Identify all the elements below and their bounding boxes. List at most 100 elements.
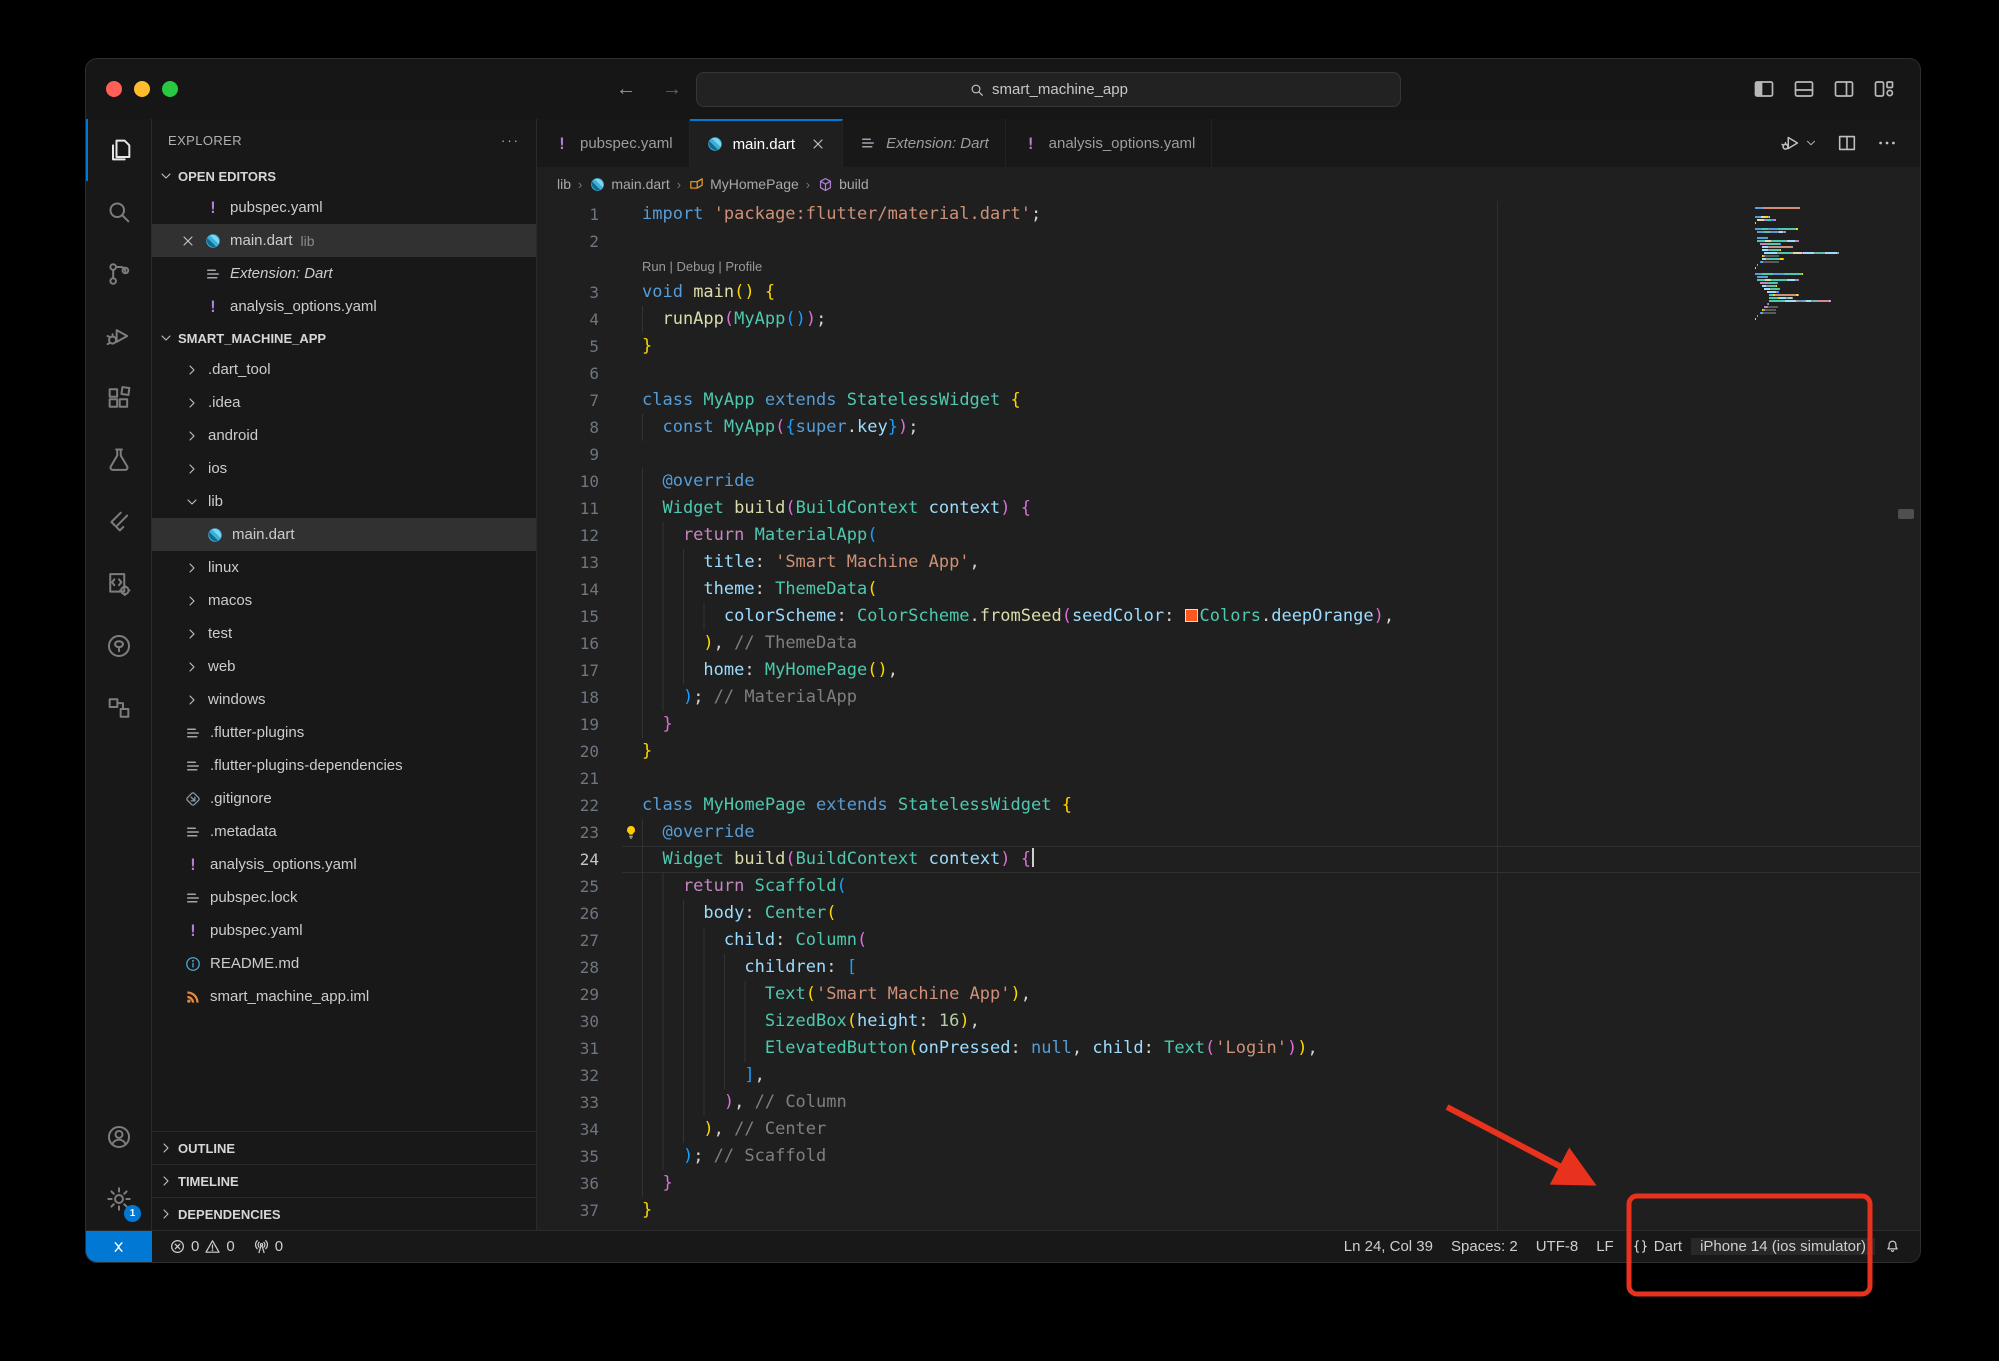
code-line-8[interactable]: 8const MyApp({super.key}); (537, 414, 1920, 441)
tree-item[interactable]: .flutter-plugins-dependencies (152, 749, 536, 782)
code-line-4[interactable]: 4runApp(MyApp()); (537, 306, 1920, 333)
code-line-12[interactable]: 12return MaterialApp( (537, 522, 1920, 549)
code-line-15[interactable]: 15colorScheme: ColorScheme.fromSeed(seed… (537, 603, 1920, 630)
tab-main-dart[interactable]: main.dart (690, 119, 844, 167)
activity-files-button[interactable] (86, 119, 151, 181)
open-editor-item[interactable]: !analysis_options.yaml (152, 290, 536, 323)
breadcrumb-item[interactable]: main.dart (589, 176, 669, 193)
open-editor-item[interactable]: main.dartlib (152, 224, 536, 257)
explorer-more-actions-icon[interactable]: ··· (501, 133, 520, 148)
code-line-35[interactable]: 35); // Scaffold (537, 1143, 1920, 1170)
eol-status[interactable]: LF (1587, 1238, 1623, 1255)
code-line-3[interactable]: 3void main() { (537, 279, 1920, 306)
command-center-search[interactable]: smart_machine_app (696, 72, 1401, 107)
breadcrumb[interactable]: lib›main.dart›MyHomePage›build (537, 167, 1920, 201)
close-icon[interactable] (810, 136, 826, 152)
tree-item[interactable]: .idea (152, 386, 536, 419)
open-editors-section[interactable]: OPEN EDITORS (152, 161, 536, 191)
minimize-window-button[interactable] (134, 81, 150, 97)
window-controls[interactable] (106, 81, 178, 97)
code-line-27[interactable]: 27child: Column( (537, 927, 1920, 954)
code-line-25[interactable]: 25return Scaffold( (537, 873, 1920, 900)
code-line-26[interactable]: 26body: Center( (537, 900, 1920, 927)
breadcrumb-item[interactable]: build (817, 176, 869, 193)
breadcrumb-item[interactable]: MyHomePage (688, 176, 799, 193)
tree-item[interactable]: .gitignore (152, 782, 536, 815)
encoding-status[interactable]: UTF-8 (1527, 1238, 1588, 1255)
code-line-21[interactable]: 21 (537, 765, 1920, 792)
tab-analysis-options-yaml[interactable]: !analysis_options.yaml (1006, 119, 1213, 167)
activity-extensions-button[interactable] (86, 367, 151, 429)
problems-status[interactable]: 0 0 (160, 1238, 244, 1255)
activity-search-button[interactable] (86, 181, 151, 243)
code-line-28[interactable]: 28children: [ (537, 954, 1920, 981)
tree-item[interactable]: .dart_tool (152, 353, 536, 386)
code-line-34[interactable]: 34), // Center (537, 1116, 1920, 1143)
code-line-19[interactable]: 19} (537, 711, 1920, 738)
code-editor[interactable]: 1import 'package:flutter/material.dart';… (537, 201, 1920, 1230)
toggle-panel-icon[interactable] (1792, 77, 1816, 101)
code-line-2[interactable]: 2 (537, 228, 1920, 255)
code-line-32[interactable]: 32], (537, 1062, 1920, 1089)
customize-layout-icon[interactable] (1872, 77, 1896, 101)
code-line-38[interactable]: 38 (537, 1224, 1920, 1230)
code-line-18[interactable]: 18); // MaterialApp (537, 684, 1920, 711)
code-line-30[interactable]: 30SizedBox(height: 16), (537, 1008, 1920, 1035)
tree-item[interactable]: pubspec.lock (152, 881, 536, 914)
forward-icon[interactable]: → (662, 78, 682, 101)
tree-item[interactable]: web (152, 650, 536, 683)
code-line-14[interactable]: 14theme: ThemeData( (537, 576, 1920, 603)
code-line-16[interactable]: 16), // ThemeData (537, 630, 1920, 657)
lightbulb-icon[interactable] (623, 824, 639, 840)
tree-item[interactable]: android (152, 419, 536, 452)
more-actions-icon[interactable] (1876, 132, 1898, 154)
code-line-29[interactable]: 29Text('Smart Machine App'), (537, 981, 1920, 1008)
activity-account-button[interactable] (86, 1106, 151, 1168)
activity-code-runner-button[interactable] (86, 553, 151, 615)
close-window-button[interactable] (106, 81, 122, 97)
section-dependencies[interactable]: DEPENDENCIES (152, 1197, 536, 1230)
section-timeline[interactable]: TIMELINE (152, 1164, 536, 1197)
back-icon[interactable]: ← (616, 78, 636, 101)
tab-extension-dart[interactable]: Extension: Dart (843, 119, 1006, 167)
code-line-36[interactable]: 36} (537, 1170, 1920, 1197)
tree-item[interactable]: !analysis_options.yaml (152, 848, 536, 881)
minimap-slider[interactable] (1898, 509, 1914, 519)
code-line-6[interactable]: 6 (537, 360, 1920, 387)
split-editor-icon[interactable] (1836, 132, 1858, 154)
code-line-13[interactable]: 13title: 'Smart Machine App', (537, 549, 1920, 576)
activity-flutter-button[interactable] (86, 491, 151, 553)
code-line-24[interactable]: 24Widget build(BuildContext context) { (537, 846, 1920, 873)
codelens[interactable]: Run | Debug | Profile (537, 255, 1920, 279)
code-line-23[interactable]: 23@override (537, 819, 1920, 846)
tree-item[interactable]: .flutter-plugins (152, 716, 536, 749)
code-line-5[interactable]: 5} (537, 333, 1920, 360)
tree-item[interactable]: README.md (152, 947, 536, 980)
ports-status[interactable]: 0 (244, 1238, 292, 1255)
activity-settings-button[interactable]: 1 (86, 1168, 151, 1230)
breadcrumb-item[interactable]: lib (557, 176, 571, 192)
code-line-7[interactable]: 7class MyApp extends StatelessWidget { (537, 387, 1920, 414)
maximize-window-button[interactable] (162, 81, 178, 97)
code-line-11[interactable]: 11Widget build(BuildContext context) { (537, 495, 1920, 522)
code-line-31[interactable]: 31ElevatedButton(onPressed: null, child:… (537, 1035, 1920, 1062)
tree-item[interactable]: test (152, 617, 536, 650)
activity-source-control-button[interactable] (86, 243, 151, 305)
run-debug-action[interactable] (1780, 132, 1818, 154)
cursor-position-status[interactable]: Ln 24, Col 39 (1335, 1238, 1442, 1255)
remote-indicator[interactable] (86, 1231, 152, 1262)
tree-item[interactable]: .metadata (152, 815, 536, 848)
toggle-secondary-sidebar-icon[interactable] (1832, 77, 1856, 101)
tree-item[interactable]: main.dart (152, 518, 536, 551)
tree-item[interactable]: !pubspec.yaml (152, 914, 536, 947)
code-line-37[interactable]: 37} (537, 1197, 1920, 1224)
notifications-status[interactable] (1875, 1238, 1910, 1255)
language-status[interactable]: Dart (1623, 1238, 1691, 1255)
close-icon[interactable] (180, 233, 196, 249)
code-line-10[interactable]: 10@override (537, 468, 1920, 495)
tree-item[interactable]: lib (152, 485, 536, 518)
code-line-22[interactable]: 22class MyHomePage extends StatelessWidg… (537, 792, 1920, 819)
open-editor-item[interactable]: Extension: Dart (152, 257, 536, 290)
device-selector-status[interactable]: iPhone 14 (ios simulator) (1691, 1238, 1875, 1255)
tree-item[interactable]: linux (152, 551, 536, 584)
